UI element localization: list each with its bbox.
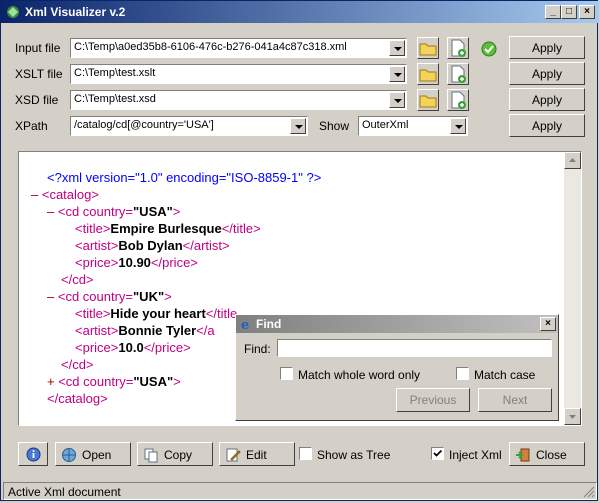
xpath-label: XPath (15, 119, 48, 133)
show-as-tree-label: Show as Tree (317, 448, 391, 462)
collapse-toggle[interactable]: – (47, 289, 54, 304)
browse-xslt-button[interactable] (417, 63, 439, 85)
new-document-icon (451, 91, 466, 109)
close-button[interactable]: Close (509, 442, 585, 466)
apply-xslt-button[interactable]: Apply (509, 62, 585, 85)
catalog-close-line: </catalog> (47, 391, 108, 406)
new-xsd-button[interactable] (447, 89, 469, 111)
catalog-open-line: – <catalog> (31, 187, 99, 202)
cd1-close-line: </cd> (61, 272, 94, 287)
valid-check-icon (481, 41, 497, 57)
expand-toggle[interactable]: + (47, 374, 55, 389)
minimize-button[interactable]: _ (545, 5, 561, 19)
match-case-checkbox[interactable] (456, 367, 469, 380)
main-window: Xml Visualizer v.2 _ □ × Input file C:\T… (0, 0, 599, 501)
new-input-button[interactable] (447, 37, 469, 59)
cd3-collapsed-line: + <cd country="USA"> (47, 374, 181, 389)
new-document-icon (451, 39, 466, 57)
edit-button[interactable]: Edit (219, 442, 295, 466)
xpath-value: /catalog/cd[@country='USA'] (74, 119, 214, 131)
cd2-title-line: <title>Hide your heart</title (75, 306, 238, 321)
vertical-scrollbar[interactable] (564, 152, 581, 425)
show-as-tree-checkbox[interactable] (299, 447, 312, 460)
find-next-button[interactable]: Next (478, 388, 552, 412)
xml-declaration: <?xml version="1.0" encoding="ISO-8859-1… (47, 170, 322, 185)
info-button[interactable] (18, 442, 48, 466)
globe-icon (62, 448, 76, 462)
copy-icon (144, 448, 158, 463)
copy-button[interactable]: Copy (137, 442, 213, 466)
arrow-down-icon (569, 415, 576, 419)
app-logo-icon (7, 6, 19, 18)
inject-xml-checkbox[interactable] (431, 447, 444, 460)
show-label: Show (319, 119, 350, 133)
collapse-toggle[interactable]: – (47, 204, 54, 219)
collapse-toggle[interactable]: – (31, 187, 38, 202)
cd2-price-line: <price>10.0</price> (75, 340, 191, 355)
resize-grip-icon[interactable] (583, 486, 595, 498)
chevron-down-icon[interactable] (389, 92, 405, 108)
match-whole-word-checkbox[interactable] (280, 367, 293, 380)
find-label: Find: (244, 342, 271, 356)
checkmark-icon (433, 449, 443, 457)
ie-logo-icon: e (241, 318, 249, 331)
folder-icon (419, 95, 437, 108)
find-previous-button[interactable]: Previous (396, 388, 470, 412)
input-file-value: C:\Temp\a0ed35b8-6106-476c-b276-041a4c87… (74, 41, 347, 53)
xslt-file-combo[interactable]: C:\Temp\test.xslt (70, 64, 407, 84)
xsd-file-combo[interactable]: C:\Temp\test.xsd (70, 90, 407, 110)
scroll-up-button[interactable] (564, 152, 581, 169)
status-text: Active Xml document (8, 485, 121, 499)
window-title: Xml Visualizer v.2 (25, 5, 126, 19)
chevron-down-icon[interactable] (389, 66, 405, 82)
browse-xsd-button[interactable] (417, 89, 439, 111)
folder-icon (419, 43, 437, 56)
status-bar: Active Xml document (3, 482, 597, 500)
inject-xml-label: Inject Xml (449, 448, 502, 462)
cd1-price-line: <price>10.90</price> (75, 255, 198, 270)
show-mode-value: OuterXml (362, 119, 409, 131)
apply-xsd-button[interactable]: Apply (509, 88, 585, 111)
new-document-icon (451, 65, 466, 83)
match-case-label: Match case (474, 368, 536, 382)
cd1-title-line: <title>Empire Burlesque</title> (75, 221, 261, 236)
input-file-label: Input file (15, 41, 61, 55)
xpath-combo[interactable]: /catalog/cd[@country='USA'] (70, 116, 308, 136)
find-input[interactable] (277, 339, 552, 357)
scroll-down-button[interactable] (564, 408, 581, 425)
chevron-down-icon[interactable] (389, 40, 405, 56)
svg-text:e: e (241, 318, 249, 331)
new-xslt-button[interactable] (447, 63, 469, 85)
xsd-file-label: XSD file (15, 93, 59, 107)
browse-input-button[interactable] (417, 37, 439, 59)
title-bar[interactable]: Xml Visualizer v.2 _ □ × (1, 1, 599, 23)
xsd-file-value: C:\Temp\test.xsd (74, 93, 156, 105)
cd2-close-line: </cd> (61, 357, 94, 372)
arrow-up-icon (569, 158, 576, 162)
maximize-button[interactable]: □ (561, 5, 577, 19)
match-whole-word-label: Match whole word only (298, 368, 421, 382)
cd2-artist-line: <artist>Bonnie Tyler</a (75, 323, 215, 338)
xslt-file-value: C:\Temp\test.xslt (74, 67, 156, 79)
info-icon (26, 447, 41, 462)
xslt-file-label: XSLT file (15, 67, 63, 81)
close-window-button[interactable]: × (579, 5, 595, 19)
cd1-artist-line: <artist>Bob Dylan</artist> (75, 238, 230, 253)
chevron-down-icon[interactable] (450, 118, 466, 134)
find-dialog-title-bar[interactable]: e Find × (236, 315, 558, 333)
show-mode-select[interactable]: OuterXml (358, 116, 468, 136)
apply-xpath-button[interactable]: Apply (509, 114, 585, 137)
open-button[interactable]: Open (55, 442, 131, 466)
folder-icon (419, 69, 437, 82)
edit-icon (226, 448, 241, 462)
exit-door-icon (516, 448, 530, 462)
apply-input-button[interactable]: Apply (509, 36, 585, 59)
find-close-button[interactable]: × (540, 317, 556, 331)
input-file-combo[interactable]: C:\Temp\a0ed35b8-6106-476c-b276-041a4c87… (70, 38, 407, 58)
find-dialog: e Find × Find: Match whole word only Mat… (235, 314, 559, 421)
chevron-down-icon[interactable] (290, 118, 306, 134)
cd1-open-line: – <cd country="USA"> (47, 204, 181, 219)
cd2-open-line: – <cd country="UK"> (47, 289, 172, 304)
find-dialog-title: Find (256, 317, 282, 331)
